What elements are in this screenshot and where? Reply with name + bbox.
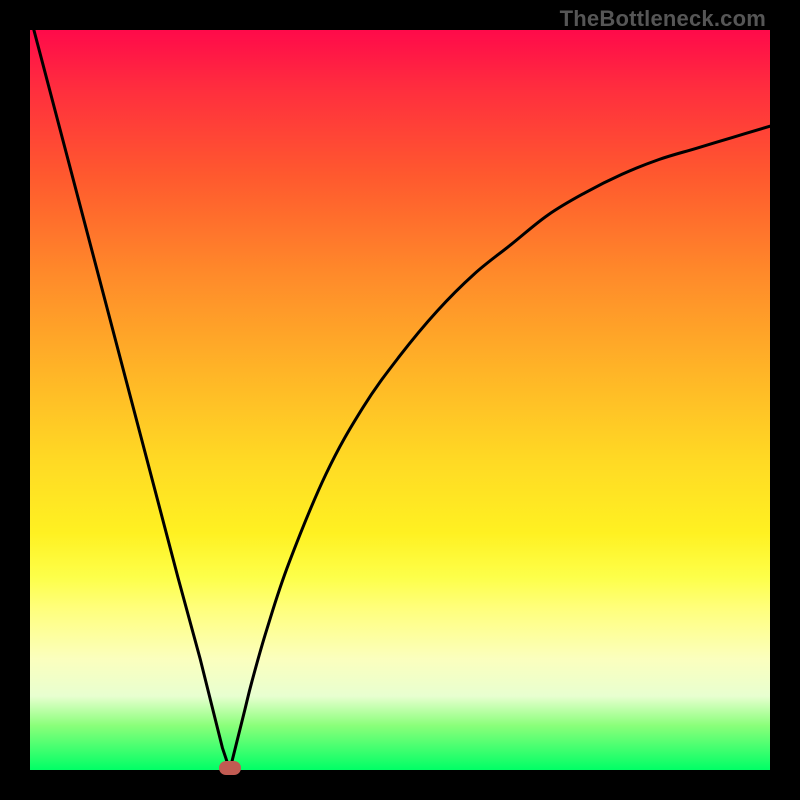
watermark-text: TheBottleneck.com bbox=[560, 6, 766, 32]
chart-frame: TheBottleneck.com bbox=[0, 0, 800, 800]
bottleneck-curve bbox=[30, 30, 770, 770]
curve-right-branch bbox=[230, 126, 770, 770]
curve-left-branch bbox=[30, 15, 230, 770]
minimum-marker bbox=[219, 761, 241, 775]
plot-area bbox=[30, 30, 770, 770]
